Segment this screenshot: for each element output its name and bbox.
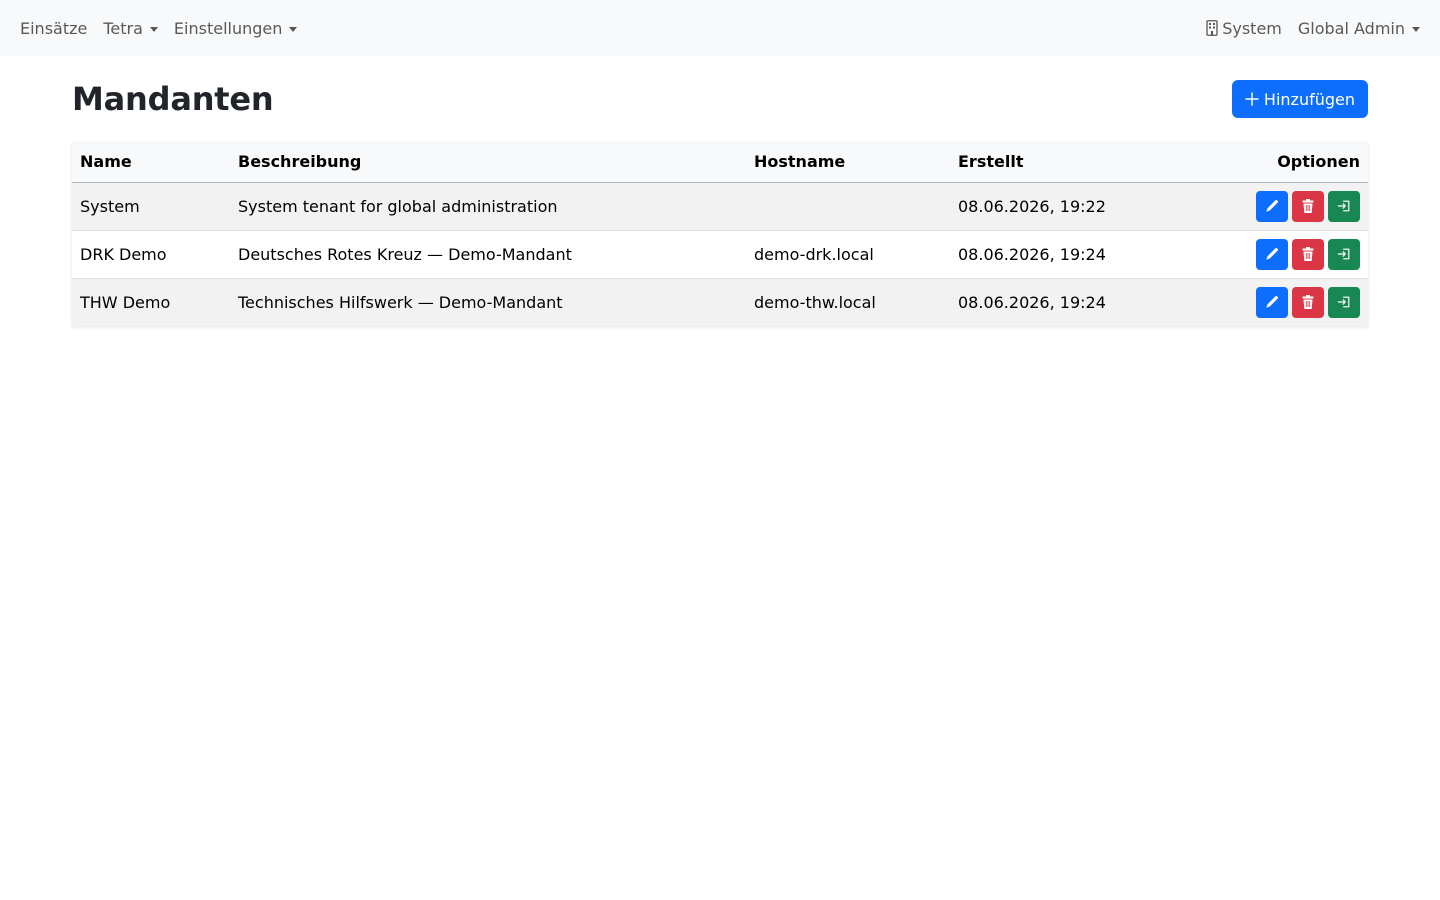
login-icon [1337,296,1350,308]
login-icon [1337,248,1350,260]
column-header-options: Optionen [1210,142,1368,183]
edit-button[interactable] [1256,238,1288,270]
row-actions [1256,190,1360,222]
row-actions [1256,238,1360,270]
switch-tenant-button[interactable] [1328,286,1360,318]
navbar-right: System Global Admin [1198,11,1428,46]
trash-icon [1302,295,1314,310]
pencil-icon [1266,199,1279,212]
cell-hostname: demo-drk.local [754,244,874,264]
nav-tetra-dropdown[interactable]: Tetra [95,11,166,46]
page-header: Mandanten Hinzufügen [72,80,1368,118]
nav-einsaetze-label: Einsätze [20,18,88,38]
nav-tetra-label: Tetra [103,18,143,38]
tenant-label: System [1222,18,1282,38]
edit-button[interactable] [1256,190,1288,222]
tenant-indicator[interactable]: System [1198,11,1290,46]
column-header-name: Name [72,142,230,183]
table-row: THW Demo Technisches Hilfswerk — Demo-Ma… [72,278,1368,326]
delete-button[interactable] [1292,190,1324,222]
column-header-created: Erstellt [950,142,1210,183]
table-header-row: Name Beschreibung Hostname Erstellt Opti… [72,142,1368,183]
delete-button[interactable] [1292,238,1324,270]
cell-name: THW Demo [80,292,171,312]
navbar-left: Einsätze Tetra Einstellungen [12,11,305,46]
cell-description: System tenant for global administration [238,196,558,216]
user-menu-dropdown[interactable]: Global Admin [1290,11,1428,46]
main-content: Mandanten Hinzufügen Name Beschreibung H… [72,80,1368,326]
caret-down-icon [289,26,298,32]
trash-icon [1302,247,1314,261]
cell-name: System [80,196,140,216]
delete-button[interactable] [1292,286,1324,318]
pencil-icon [1266,296,1279,308]
switch-tenant-button[interactable] [1328,190,1360,222]
edit-button[interactable] [1256,286,1288,318]
page-title: Mandanten [72,80,274,118]
cell-name: DRK Demo [80,244,167,264]
caret-down-icon [1412,26,1420,32]
plus-icon [1245,92,1259,106]
table-row: DRK Demo Deutsches Rotes Kreuz — Demo-Ma… [72,230,1368,278]
nav-einstellungen-dropdown[interactable]: Einstellungen [166,11,305,46]
column-header-hostname: Hostname [746,142,950,183]
switch-tenant-button[interactable] [1328,238,1360,270]
nav-einsaetze[interactable]: Einsätze [12,11,95,46]
cell-description: Deutsches Rotes Kreuz — Demo-Mandant [238,244,572,264]
tenants-table-container: Name Beschreibung Hostname Erstellt Opti… [72,142,1368,326]
building-icon [1206,20,1218,36]
cell-created: 08.06.2026, 19:24 [958,244,1106,264]
login-icon [1337,200,1350,212]
column-header-description: Beschreibung [230,142,746,183]
tenants-table: Name Beschreibung Hostname Erstellt Opti… [72,142,1368,326]
caret-down-icon [149,26,158,32]
cell-options [1210,230,1368,278]
cell-description: Technisches Hilfswerk — Demo-Mandant [238,292,563,312]
cell-hostname [746,182,950,230]
cell-created: 08.06.2026, 19:24 [958,292,1106,312]
user-label: Global Admin [1297,18,1405,38]
trash-icon [1302,199,1314,213]
row-actions [1256,286,1360,318]
table-row: System System tenant for global administ… [72,182,1368,230]
pencil-icon [1266,247,1279,260]
add-tenant-label: Hinzufügen [1263,89,1355,109]
navbar: Einsätze Tetra Einstellungen System Glob… [0,0,1440,56]
add-tenant-button[interactable]: Hinzufügen [1231,80,1368,118]
nav-einstellungen-label: Einstellungen [173,18,283,38]
cell-options [1210,278,1368,326]
cell-options [1210,182,1368,230]
cell-hostname: demo-thw.local [754,292,876,312]
cell-created: 08.06.2026, 19:22 [958,196,1106,216]
